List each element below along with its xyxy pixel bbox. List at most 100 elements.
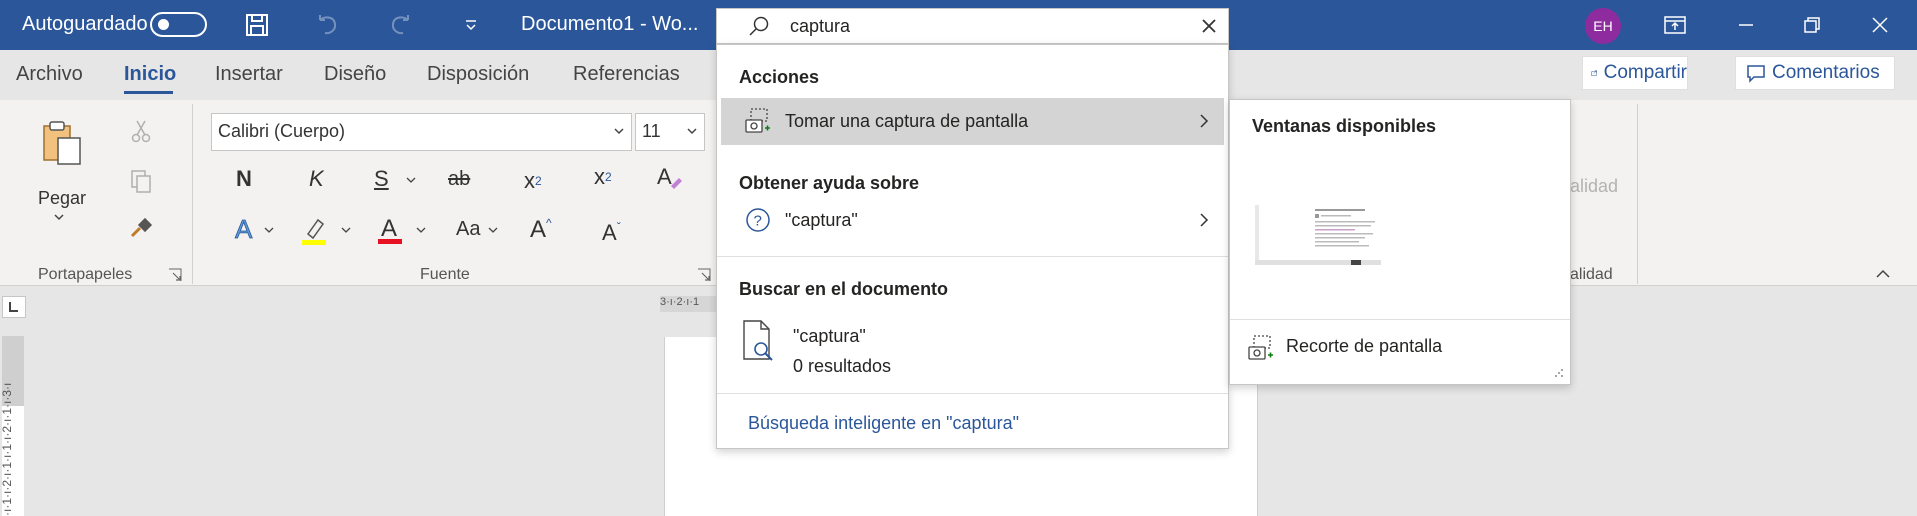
- dialog-launcher-icon[interactable]: [697, 268, 711, 282]
- document-search-query: "captura": [793, 326, 866, 346]
- chevron-down-icon[interactable]: [406, 176, 416, 184]
- copy-icon[interactable]: [128, 168, 154, 199]
- svg-text:A: A: [235, 214, 253, 244]
- avatar[interactable]: EH: [1585, 8, 1621, 44]
- subscript-glyph: x: [524, 168, 535, 193]
- italic-button[interactable]: K: [309, 166, 324, 192]
- section-heading-help: Obtener ayuda sobre: [739, 173, 920, 193]
- grow-font-glyph: A: [530, 216, 547, 243]
- take-screenshot-label: Tomar una captura de pantalla: [785, 111, 1029, 131]
- autosave-label: Autoguardado: [22, 13, 148, 35]
- window-thumbnail[interactable]: [1255, 205, 1381, 265]
- subscript-button[interactable]: x2: [524, 168, 542, 194]
- dialog-launcher-icon[interactable]: [168, 268, 182, 282]
- superscript-button[interactable]: x2: [594, 164, 612, 190]
- chevron-down-icon[interactable]: [264, 226, 274, 234]
- cut-icon[interactable]: [128, 118, 154, 149]
- share-label: Compartir: [1603, 62, 1687, 83]
- highlight-color-icon[interactable]: [300, 214, 330, 251]
- toggle-knob: [158, 19, 169, 30]
- ribbon-separator: [1637, 104, 1638, 284]
- section-heading-document: Buscar en el documento: [739, 279, 949, 299]
- svg-text:A: A: [657, 164, 672, 189]
- chevron-down-icon[interactable]: [686, 126, 698, 136]
- ribbon-separator: [192, 104, 193, 284]
- strikethrough-button[interactable]: ab: [448, 168, 470, 191]
- font-name-combo[interactable]: Calibri (Cuerpo): [211, 113, 632, 151]
- paste-icon[interactable]: [38, 120, 88, 175]
- change-case-button[interactable]: Aa: [456, 218, 480, 241]
- chevron-down-icon[interactable]: [53, 212, 65, 222]
- text-effects-icon[interactable]: A: [232, 214, 262, 249]
- screen-clipping-label: Recorte de pantalla: [1286, 336, 1443, 356]
- chevron-down-icon[interactable]: [341, 226, 351, 234]
- chevron-right-icon: [1200, 114, 1209, 128]
- comments-label: Comentarios: [1772, 62, 1880, 83]
- close-icon[interactable]: [1198, 15, 1220, 37]
- minimize-icon[interactable]: [1723, 5, 1769, 45]
- divider: [1230, 319, 1570, 320]
- chevron-down-icon[interactable]: [416, 226, 426, 234]
- redo-icon[interactable]: [384, 8, 418, 42]
- help-icon: ?: [746, 208, 770, 232]
- screenshot-icon: [745, 108, 770, 133]
- clear-formatting-icon[interactable]: A: [655, 164, 683, 197]
- tab-referencias[interactable]: Referencias: [573, 63, 680, 86]
- font-color-icon[interactable]: A: [376, 212, 406, 251]
- format-painter-icon[interactable]: [128, 216, 154, 247]
- grow-font-button[interactable]: A ^: [530, 216, 552, 244]
- document-title: Documento1 - Wo...: [521, 13, 699, 35]
- svg-text:A: A: [381, 215, 397, 242]
- restore-icon[interactable]: [1789, 5, 1835, 45]
- search-input[interactable]: captura: [790, 16, 850, 37]
- bold-button[interactable]: N: [236, 166, 252, 192]
- divider: [717, 256, 1228, 257]
- shrink-font-button[interactable]: Aˇ: [602, 220, 621, 246]
- help-item-label: "captura": [785, 210, 858, 230]
- close-window-icon[interactable]: [1857, 5, 1903, 45]
- tab-insertar[interactable]: Insertar: [215, 63, 283, 86]
- group-label-font: Fuente: [420, 266, 470, 283]
- autosave-toggle[interactable]: [150, 12, 207, 37]
- tab-diseno[interactable]: Diseño: [324, 63, 386, 86]
- paste-button[interactable]: Pegar: [38, 188, 86, 209]
- hidden-group-button-partial[interactable]: alidad: [1570, 176, 1618, 197]
- tab-disposicion[interactable]: Disposición: [427, 63, 529, 86]
- section-heading-actions: Acciones: [739, 67, 820, 87]
- shrink-font-glyph: A: [602, 220, 617, 245]
- take-screenshot-item[interactable]: Tomar una captura de pantalla: [721, 98, 1224, 145]
- vertical-ruler-text: ·ı·1·ı·2·ı·1·ı·1·ı·2·ı·1·ı·3·ı: [0, 382, 14, 516]
- resize-grip-icon[interactable]: [1554, 368, 1564, 378]
- font-size-combo[interactable]: 11: [635, 113, 705, 151]
- save-icon[interactable]: [240, 8, 274, 42]
- smart-lookup-link[interactable]: Búsqueda inteligente en "captura": [748, 413, 1019, 434]
- superscript-glyph: x: [594, 164, 605, 189]
- font-size-value: 11: [642, 121, 661, 141]
- divider: [717, 393, 1228, 394]
- tab-archivo[interactable]: Archivo: [16, 63, 83, 86]
- chevron-right-icon: [1200, 213, 1209, 227]
- available-windows-heading: Ventanas disponibles: [1252, 116, 1437, 136]
- horizontal-ruler[interactable]: 3·ı·2·ı·1: [660, 296, 716, 312]
- comments-button[interactable]: Comentarios: [1735, 56, 1895, 90]
- search-box[interactable]: captura: [716, 8, 1229, 44]
- search-results-dropdown: Acciones Tomar una captura de pantalla O…: [716, 44, 1229, 449]
- ribbon-display-options-icon[interactable]: [1652, 5, 1698, 45]
- tab-selector[interactable]: [2, 296, 26, 318]
- quick-access-dropdown-icon[interactable]: [454, 8, 488, 42]
- collapse-ribbon-icon[interactable]: [1875, 268, 1891, 280]
- chevron-down-icon[interactable]: [613, 126, 625, 136]
- group-label-partial: alidad: [1570, 266, 1613, 283]
- share-icon: [1591, 70, 1597, 76]
- chevron-down-icon[interactable]: [488, 226, 498, 234]
- undo-icon[interactable]: [310, 8, 344, 42]
- search-icon: [749, 16, 769, 36]
- share-button[interactable]: Compartir: [1582, 56, 1688, 90]
- underline-button[interactable]: S: [374, 166, 389, 192]
- ruler-text: 3·ı·2·ı·1: [660, 296, 700, 308]
- document-search-count: 0 resultados: [793, 356, 892, 376]
- font-name-value: Calibri (Cuerpo): [218, 121, 346, 141]
- document-search-icon: [743, 320, 773, 361]
- tab-inicio[interactable]: Inicio: [124, 63, 176, 86]
- help-item[interactable]: ? "captura": [721, 197, 1224, 244]
